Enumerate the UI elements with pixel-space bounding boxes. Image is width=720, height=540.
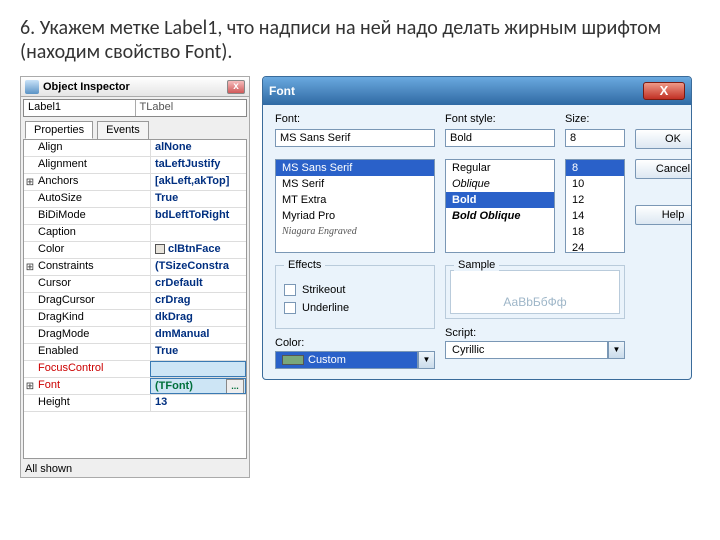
list-item[interactable]: Oblique bbox=[446, 176, 554, 192]
effects-group: Effects Strikeout Underline bbox=[275, 265, 435, 329]
prop-label[interactable]: Alignment bbox=[36, 157, 150, 173]
list-item[interactable]: 8 bbox=[566, 160, 624, 176]
list-item[interactable]: MS Serif bbox=[276, 176, 434, 192]
object-inspector-titlebar[interactable]: Object Inspector x bbox=[21, 77, 249, 97]
window-title: Object Inspector bbox=[43, 81, 130, 93]
list-item[interactable]: Niagara Engraved bbox=[276, 224, 434, 239]
script-label: Script: bbox=[445, 327, 625, 339]
list-item[interactable]: Myriad Pro bbox=[276, 208, 434, 224]
list-item[interactable]: 14 bbox=[566, 208, 624, 224]
list-item[interactable]: 12 bbox=[566, 192, 624, 208]
prop-value[interactable]: (TSizeConstra bbox=[150, 259, 246, 275]
list-item[interactable]: 24 bbox=[566, 240, 624, 253]
color-swatch bbox=[155, 244, 165, 254]
color-combo[interactable]: Custom ▼ bbox=[275, 351, 435, 369]
size-label: Size: bbox=[565, 113, 625, 125]
cancel-button[interactable]: Cancel bbox=[635, 159, 692, 179]
effects-group-label: Effects bbox=[284, 259, 325, 271]
tabs: Properties Events bbox=[25, 121, 249, 139]
object-inspector-window: Object Inspector x Label1 TLabel Propert… bbox=[20, 76, 250, 478]
close-icon[interactable]: x bbox=[227, 80, 245, 94]
list-item[interactable]: Bold bbox=[446, 192, 554, 208]
expand-icon[interactable]: ⊞ bbox=[24, 378, 36, 394]
prop-value[interactable]: bdLeftToRight bbox=[150, 208, 246, 224]
sample-group-label: Sample bbox=[454, 259, 499, 271]
prop-label[interactable]: DragMode bbox=[36, 327, 150, 343]
size-list[interactable]: 8 10 12 14 18 24 bbox=[565, 159, 625, 253]
list-item[interactable]: Bold Oblique bbox=[446, 208, 554, 224]
prop-value[interactable]: [akLeft,akTop] bbox=[150, 174, 246, 190]
color-swatch bbox=[282, 355, 304, 365]
component-name: Label1 bbox=[24, 100, 136, 116]
tab-properties[interactable]: Properties bbox=[25, 121, 93, 139]
prop-label[interactable]: DragCursor bbox=[36, 293, 150, 309]
expand-icon[interactable]: ⊞ bbox=[24, 259, 36, 275]
prop-value[interactable]: crDefault bbox=[150, 276, 246, 292]
prop-value[interactable]: dkDrag bbox=[150, 310, 246, 326]
strikeout-checkbox[interactable]: Strikeout bbox=[284, 284, 426, 296]
prop-label[interactable]: FocusControl bbox=[36, 361, 150, 377]
prop-value[interactable]: True bbox=[150, 191, 246, 207]
prop-label[interactable]: Constraints bbox=[36, 259, 150, 275]
close-icon[interactable]: X bbox=[643, 82, 685, 100]
ellipsis-button[interactable]: ... bbox=[226, 379, 244, 394]
list-item[interactable]: 18 bbox=[566, 224, 624, 240]
prop-value[interactable]: clBtnFace bbox=[150, 242, 246, 258]
prop-label[interactable]: Cursor bbox=[36, 276, 150, 292]
prop-value[interactable]: dmManual bbox=[150, 327, 246, 343]
prop-label[interactable]: Anchors bbox=[36, 174, 150, 190]
help-button[interactable]: Help bbox=[635, 205, 692, 225]
prop-label[interactable]: Caption bbox=[36, 225, 150, 241]
font-dialog-window: Font X Font: Font style: Size: MS Sans S… bbox=[262, 76, 692, 380]
list-item[interactable]: MT Extra bbox=[276, 192, 434, 208]
font-style-list[interactable]: Regular Oblique Bold Bold Oblique bbox=[445, 159, 555, 253]
prop-label[interactable]: Align bbox=[36, 140, 150, 156]
prop-label[interactable]: DragKind bbox=[36, 310, 150, 326]
prop-label[interactable]: BiDiMode bbox=[36, 208, 150, 224]
font-label: Font: bbox=[275, 113, 435, 125]
sample-preview: АаВbБбФф bbox=[450, 270, 620, 314]
component-class: TLabel bbox=[136, 100, 247, 116]
prop-value[interactable]: (TFont)... bbox=[150, 378, 246, 394]
font-style-label: Font style: bbox=[445, 113, 555, 125]
prop-label[interactable]: Color bbox=[36, 242, 150, 258]
prop-value[interactable] bbox=[150, 225, 246, 241]
prop-value[interactable]: alNone bbox=[150, 140, 246, 156]
size-input[interactable]: 8 bbox=[565, 129, 625, 147]
ok-button[interactable]: OK bbox=[635, 129, 692, 149]
chevron-down-icon[interactable]: ▼ bbox=[608, 341, 625, 359]
prop-value[interactable]: 13 bbox=[150, 395, 246, 411]
instruction-text: 6. Укажем метке Label1, что надписи на н… bbox=[0, 0, 720, 76]
script-combo[interactable]: Cyrillic ▼ bbox=[445, 341, 625, 359]
font-input[interactable]: MS Sans Serif bbox=[275, 129, 435, 147]
font-dialog-titlebar[interactable]: Font X bbox=[263, 77, 691, 105]
color-label: Color: bbox=[275, 337, 435, 349]
prop-value[interactable]: crDrag bbox=[150, 293, 246, 309]
prop-label[interactable]: Font bbox=[36, 378, 150, 394]
property-grid[interactable]: AlignalNone AlignmenttaLeftJustify ⊞Anch… bbox=[23, 139, 247, 459]
list-item[interactable]: Regular bbox=[446, 160, 554, 176]
status-text: All shown bbox=[21, 461, 249, 477]
prop-value[interactable]: taLeftJustify bbox=[150, 157, 246, 173]
font-style-input[interactable]: Bold bbox=[445, 129, 555, 147]
component-combo[interactable]: Label1 TLabel bbox=[23, 99, 247, 117]
list-item[interactable]: MS Sans Serif bbox=[276, 160, 434, 176]
expand-icon[interactable]: ⊞ bbox=[24, 174, 36, 190]
window-title: Font bbox=[269, 84, 295, 98]
prop-label[interactable]: AutoSize bbox=[36, 191, 150, 207]
list-item[interactable]: 10 bbox=[566, 176, 624, 192]
prop-value[interactable]: True bbox=[150, 344, 246, 360]
sample-group: Sample АаВbБбФф bbox=[445, 265, 625, 319]
prop-value[interactable] bbox=[150, 361, 246, 377]
prop-label[interactable]: Enabled bbox=[36, 344, 150, 360]
tab-events[interactable]: Events bbox=[97, 121, 149, 139]
prop-label[interactable]: Height bbox=[36, 395, 150, 411]
font-list[interactable]: MS Sans Serif MS Serif MT Extra Myriad P… bbox=[275, 159, 435, 253]
chevron-down-icon[interactable]: ▼ bbox=[418, 351, 435, 369]
underline-checkbox[interactable]: Underline bbox=[284, 302, 426, 314]
app-icon bbox=[25, 80, 39, 94]
